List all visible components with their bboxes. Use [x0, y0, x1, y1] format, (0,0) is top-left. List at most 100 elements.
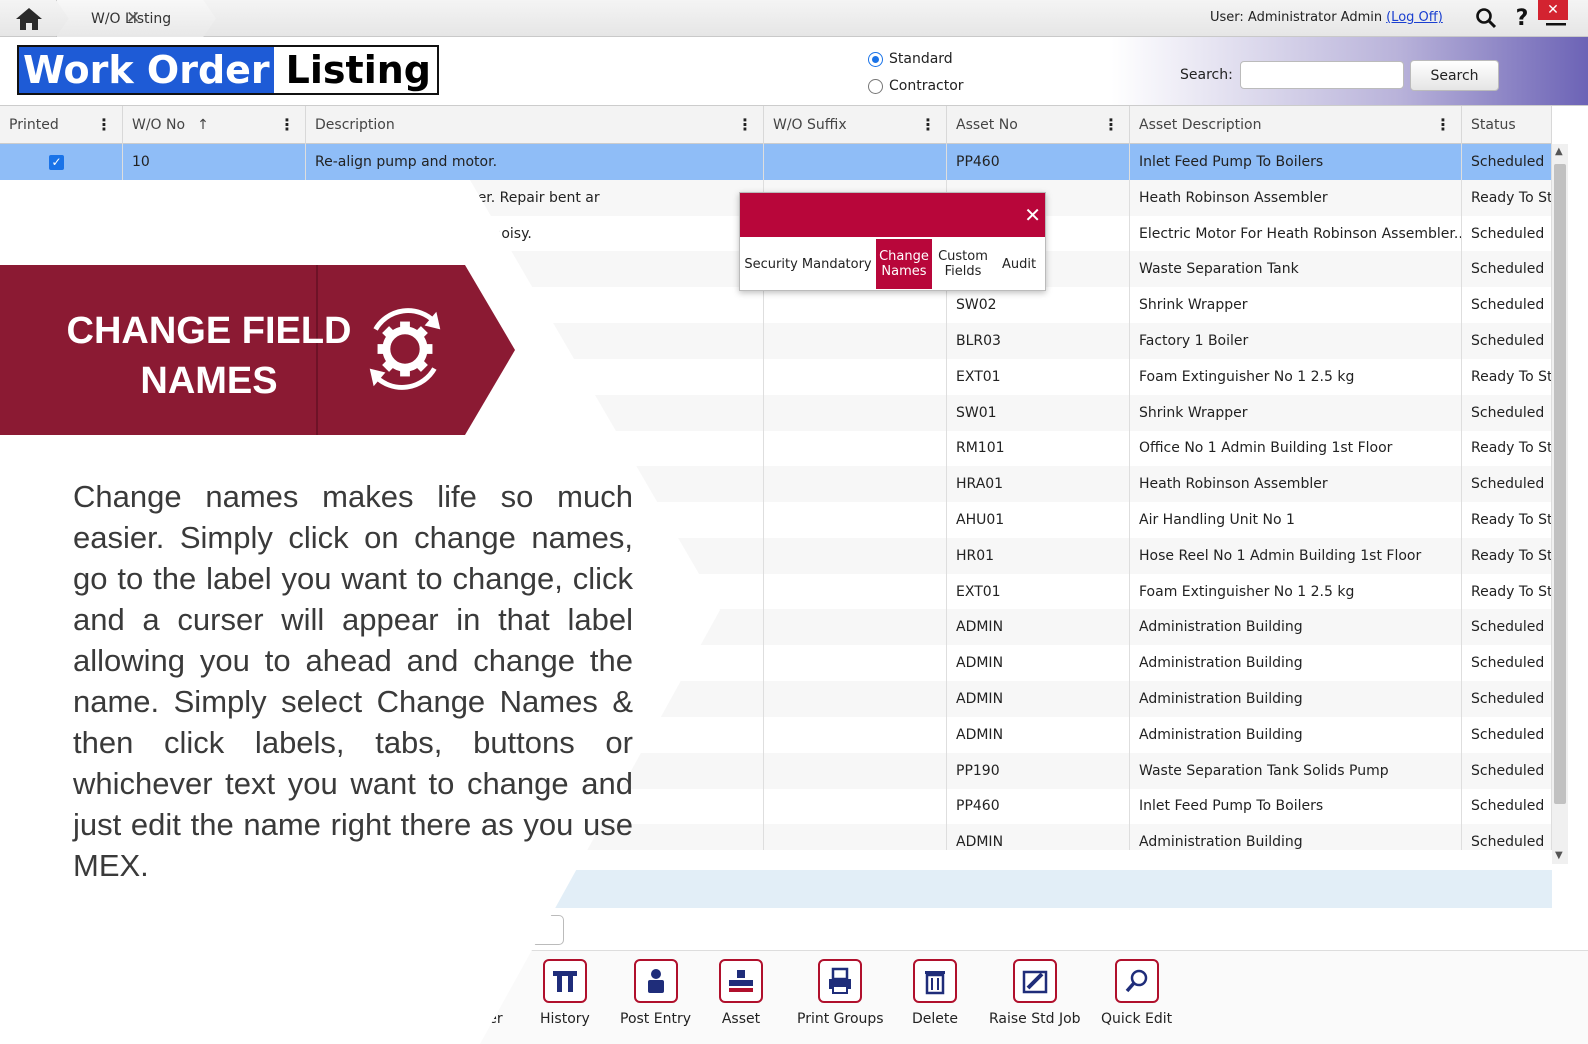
radio-standard-dot[interactable]	[868, 51, 883, 67]
printed-checkbox[interactable]: ✓	[49, 154, 64, 170]
cell-asset-desc: Waste Separation Tank Solids Pump	[1130, 752, 1462, 789]
cell-asset-desc: Heath Robinson Assembler	[1130, 179, 1462, 216]
cell-suffix	[764, 358, 947, 395]
cell-asset: AHU01	[947, 502, 1130, 538]
popup-close-icon[interactable]: ✕	[1024, 203, 1041, 227]
cell-asset: ADMIN	[947, 716, 1130, 753]
cell-asset: EXT01	[947, 358, 1130, 395]
scroll-down-icon[interactable]: ▼	[1555, 850, 1563, 861]
cell-asset-desc: Shrink Wrapper	[1130, 394, 1462, 431]
cell-asset-desc: Inlet Feed Pump To Boilers	[1130, 144, 1462, 180]
header-band: Work Order Listing Standard Contractor Se…	[0, 37, 1588, 106]
feature-banner-title: CHANGE FIELD NAMES	[66, 310, 352, 402]
admin-popup: ✕ Security Mandatory Change Names Custom…	[739, 192, 1046, 291]
history-button[interactable]: History	[540, 959, 590, 1027]
cell-status: Scheduled	[1462, 824, 1552, 850]
home-button[interactable]	[0, 0, 58, 37]
radio-contractor[interactable]: Contractor	[868, 78, 964, 94]
user-label: User: Administrator Admin	[1210, 10, 1383, 25]
cell-suffix	[764, 323, 947, 359]
column-menu-icon[interactable]: ⋮	[279, 115, 295, 134]
cell-suffix	[764, 824, 947, 850]
col-label: Status	[1471, 117, 1516, 133]
cell-asset-desc: Inlet Feed Pump To Boilers	[1130, 788, 1462, 825]
user-info: User: Administrator Admin (Log Off)	[1210, 10, 1443, 25]
column-menu-icon[interactable]: ⋮	[737, 115, 753, 134]
cell-status: Scheduled	[1462, 394, 1552, 431]
cell-suffix	[764, 716, 947, 753]
post-entry-icon	[633, 959, 678, 1003]
cell-asset-desc: Administration Building	[1130, 681, 1462, 717]
column-menu-icon[interactable]: ⋮	[1435, 115, 1451, 134]
cell-asset: EXT01	[947, 573, 1130, 610]
vertical-scrollbar[interactable]: ▲ ▼	[1552, 144, 1568, 864]
col-label: Description	[315, 117, 395, 133]
delete-icon	[913, 959, 957, 1003]
col-header-description[interactable]: Description ⋮	[306, 106, 764, 144]
search-button[interactable]: Search	[1410, 60, 1499, 91]
cell-asset-desc: Electric Motor For Heath Robinson Assemb…	[1130, 215, 1462, 252]
scrollbar-thumb[interactable]	[1554, 164, 1566, 804]
column-menu-icon[interactable]: ⋮	[920, 115, 936, 134]
cell-asset: ADMIN	[947, 681, 1130, 717]
quick-edit-button[interactable]: Quick Edit	[1101, 959, 1172, 1027]
cell-asset: PP190	[947, 752, 1130, 789]
cell-status: Scheduled	[1462, 144, 1552, 180]
cell-suffix	[764, 645, 947, 682]
col-header-asset-no[interactable]: Asset No ⋮	[947, 106, 1130, 144]
cell-status: Scheduled	[1462, 609, 1552, 646]
toolbar-label: Quick Edit	[1101, 1011, 1173, 1027]
col-label: Printed	[9, 117, 59, 133]
cell-suffix	[764, 430, 947, 467]
post-entry-button[interactable]: Post Entry	[620, 959, 691, 1027]
cell-status: Ready To St	[1462, 573, 1552, 610]
col-header-asset-description[interactable]: Asset Description ⋮	[1130, 106, 1462, 144]
col-header-wo-suffix[interactable]: W/O Suffix ⋮	[764, 106, 947, 144]
cell-status: Scheduled	[1462, 681, 1552, 717]
grid-header: Printed ⋮ W/O No ↑ ⋮ Description ⋮ W/O Suffi…	[0, 106, 1552, 144]
scroll-up-icon[interactable]: ▲	[1555, 146, 1563, 157]
tab-security-mandatory[interactable]: Security Mandatory	[740, 239, 876, 289]
column-menu-icon[interactable]: ⋮	[96, 115, 112, 134]
cell-printed: ✓	[0, 144, 123, 180]
cell-status: Scheduled	[1462, 251, 1552, 288]
table-row[interactable]: ✓ 10 Re-align pump and motor. PP460 Inlet Fe…	[0, 144, 1552, 180]
close-tab-icon[interactable]: ✕	[126, 8, 140, 28]
search-input[interactable]	[1240, 61, 1404, 89]
raise-std-job-button[interactable]: Raise Std Job	[989, 959, 1081, 1027]
cell-asset-desc: Administration Building	[1130, 609, 1462, 646]
col-header-wo-no[interactable]: W/O No ↑ ⋮	[123, 106, 306, 144]
search-icon[interactable]	[1474, 6, 1498, 30]
tab-audit[interactable]: Audit	[994, 239, 1044, 289]
close-page-button[interactable]: ✕	[1538, 0, 1568, 20]
cell-asset: ADMIN	[947, 645, 1130, 682]
print-groups-button[interactable]: Print Groups	[797, 959, 884, 1027]
cell-asset-desc: Waste Separation Tank	[1130, 251, 1462, 288]
col-header-status[interactable]: Status	[1462, 106, 1552, 144]
column-menu-icon[interactable]: ⋮	[1103, 115, 1119, 134]
cell-status: Ready To St	[1462, 537, 1552, 574]
asset-button[interactable]: Asset	[719, 959, 763, 1027]
cell-suffix	[764, 537, 947, 574]
cell-asset: PP460	[947, 788, 1130, 825]
cell-status: Scheduled	[1462, 323, 1552, 359]
cell-asset-desc: Shrink Wrapper	[1130, 287, 1462, 324]
cell-status: Ready To St	[1462, 502, 1552, 538]
delete-button[interactable]: Delete	[912, 959, 958, 1027]
tab-change-names[interactable]: Change Names	[876, 239, 932, 289]
radio-contractor-dot[interactable]	[868, 78, 883, 94]
help-icon[interactable]: ?	[1510, 6, 1534, 31]
page-title[interactable]: Work Order Listing	[17, 45, 439, 95]
col-label: Asset No	[956, 117, 1018, 133]
cell-wo: 10	[123, 144, 306, 180]
cell-asset-desc: Office No 1 Admin Building 1st Floor	[1130, 430, 1462, 467]
cell-asset-desc: Air Handling Unit No 1	[1130, 502, 1462, 538]
cell-asset: SW01	[947, 394, 1130, 431]
cell-asset: BLR03	[947, 323, 1130, 359]
radio-standard[interactable]: Standard	[868, 51, 953, 67]
cell-suffix	[764, 681, 947, 717]
asset-icon	[719, 959, 763, 1003]
tab-custom-fields[interactable]: Custom Fields	[932, 239, 994, 289]
col-header-printed[interactable]: Printed ⋮	[0, 106, 123, 144]
logoff-link[interactable]: (Log Off)	[1386, 10, 1443, 25]
